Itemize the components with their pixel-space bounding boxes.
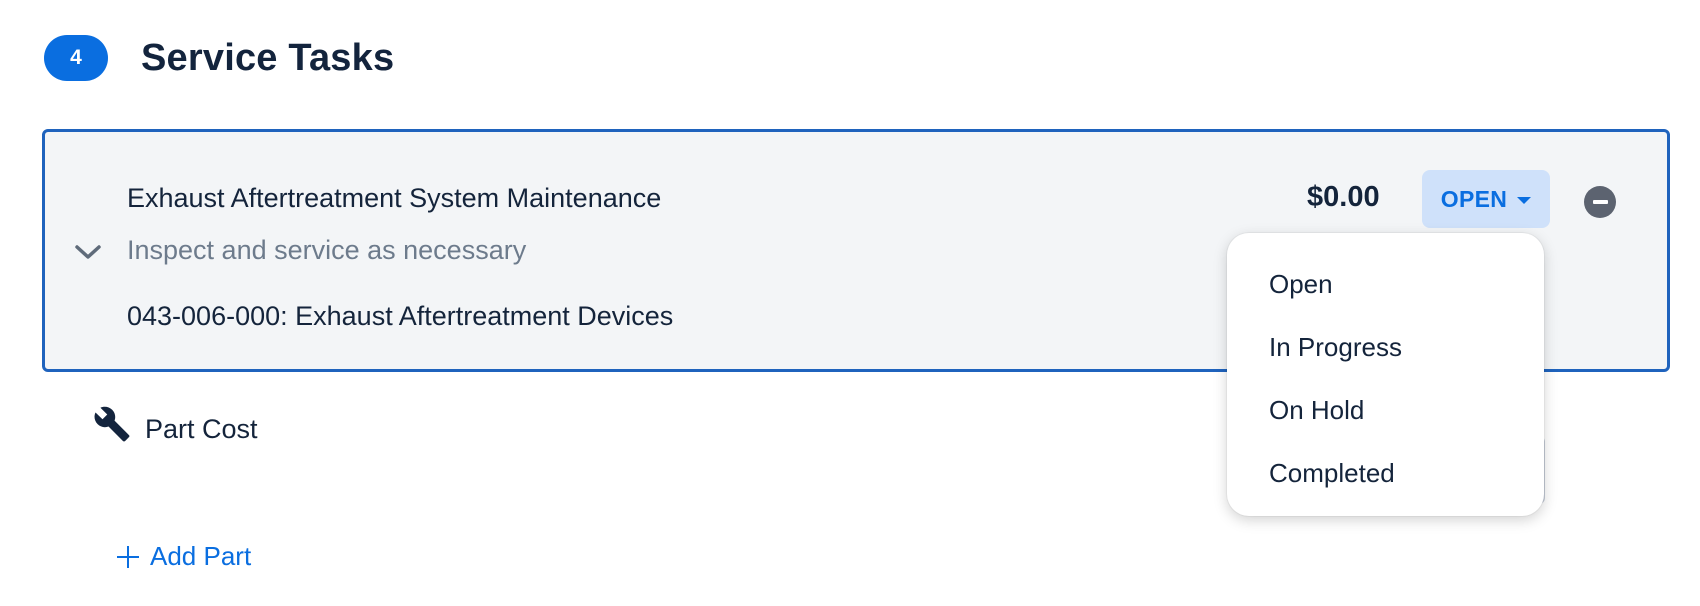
part-cost-row: Part Cost xyxy=(93,406,258,445)
status-option-completed[interactable]: Completed xyxy=(1227,442,1544,505)
remove-task-button[interactable] xyxy=(1584,186,1616,218)
task-cost: $0.00 xyxy=(1307,181,1380,213)
task-code: 043-006-000: Exhaust Aftertreatment Devi… xyxy=(127,301,674,331)
status-dropdown-menu: Open In Progress On Hold Completed xyxy=(1227,233,1544,516)
add-part-button[interactable]: Add Part xyxy=(116,541,251,572)
status-option-on-hold[interactable]: On Hold xyxy=(1227,379,1544,442)
caret-down-icon xyxy=(1517,197,1532,204)
section-header: 4 Service Tasks xyxy=(44,34,394,82)
add-part-label: Add Part xyxy=(150,541,252,571)
chevron-down-icon[interactable] xyxy=(73,242,103,262)
status-option-open[interactable]: Open xyxy=(1227,253,1544,316)
task-description: Inspect and service as necessary xyxy=(127,235,527,265)
status-label: OPEN xyxy=(1440,185,1508,212)
task-count-badge: 4 xyxy=(44,35,108,81)
minus-circle-icon xyxy=(1592,200,1608,204)
wrench-icon xyxy=(94,406,130,441)
status-option-in-progress[interactable]: In Progress xyxy=(1227,316,1544,379)
part-cost-label: Part Cost xyxy=(145,414,258,444)
service-tasks-page: 4 Service Tasks Exhaust Aftertreatment S… xyxy=(0,0,1700,606)
section-title: Service Tasks xyxy=(141,36,395,79)
status-dropdown-button[interactable]: OPEN xyxy=(1422,170,1550,228)
task-title: Exhaust Aftertreatment System Maintenanc… xyxy=(127,183,662,213)
plus-icon xyxy=(116,545,140,569)
